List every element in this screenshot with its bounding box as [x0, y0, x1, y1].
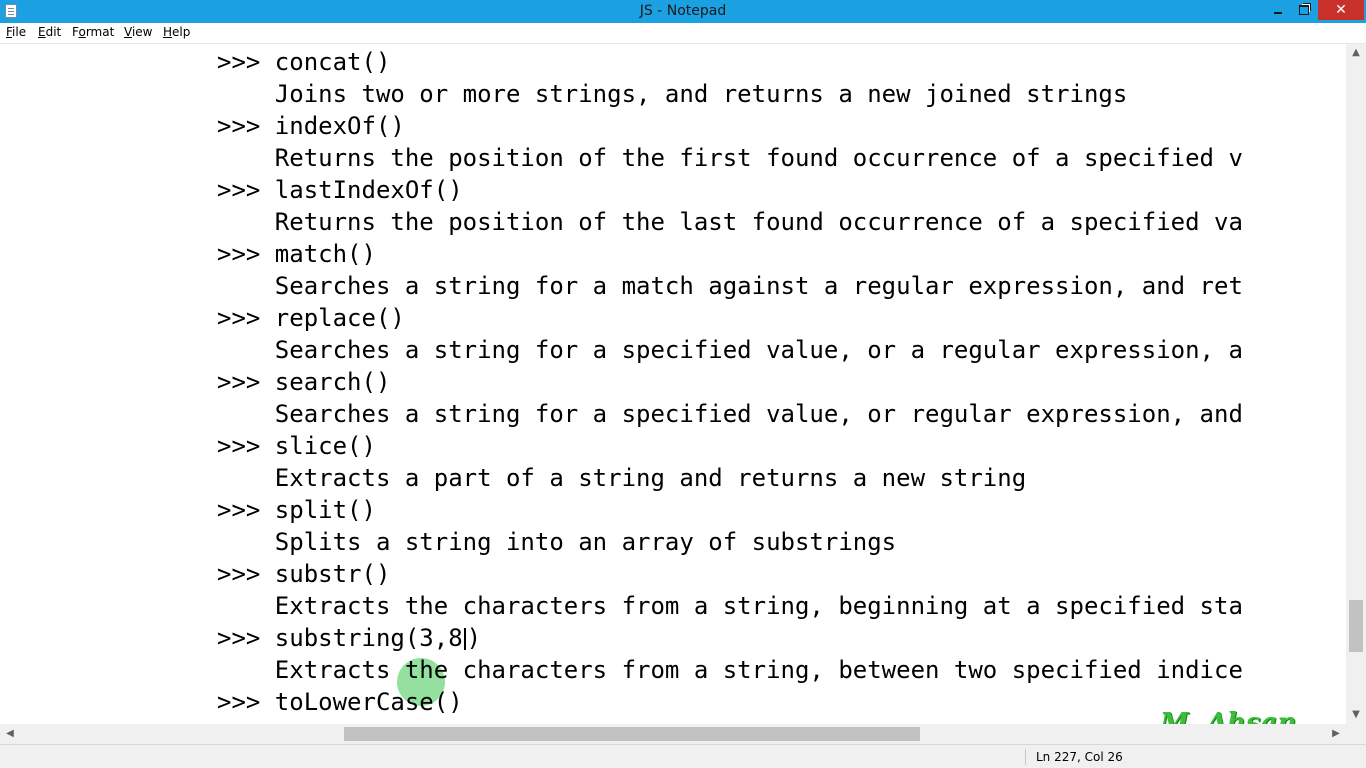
menu-edit[interactable]: Edit — [38, 25, 61, 39]
editor-line-current: >>> substring(3,8) — [217, 622, 481, 654]
minimize-button[interactable] — [1264, 0, 1292, 20]
editor-line-text: ) — [466, 624, 482, 652]
editor-line: Extracts the characters from a string, b… — [217, 592, 1243, 620]
editor-line: >>> split() — [217, 496, 376, 524]
window-title: JS - Notepad — [639, 3, 727, 19]
editor-line: >>> search() — [217, 368, 391, 396]
scrollbar-corner — [1346, 724, 1366, 744]
editor-line: >>> match() — [217, 240, 376, 268]
editor-line: >>> lastIndexOf() — [217, 176, 463, 204]
status-bar: Ln 227, Col 26 — [0, 744, 1366, 768]
restore-button[interactable] — [1290, 0, 1318, 20]
editor-line: Extracts the characters from a string, b… — [217, 656, 1243, 684]
editor-line: >>> concat() — [217, 48, 391, 76]
editor-line: Joins two or more strings, and returns a… — [217, 80, 1128, 108]
title-bar[interactable]: JS - Notepad ✕ — [0, 0, 1366, 23]
editor-line: >>> slice() — [217, 432, 376, 460]
menu-help[interactable]: Help — [163, 25, 190, 39]
editor-line: Returns the position of the last found o… — [217, 208, 1243, 236]
scroll-up-icon[interactable]: ▲ — [1346, 44, 1366, 62]
editor-line: Searches a string for a match against a … — [217, 272, 1243, 300]
editor-line: >>> substr() — [217, 560, 391, 588]
editor-line-text: >>> substring(3,8 — [217, 624, 463, 652]
scroll-right-icon[interactable]: ▶ — [1326, 724, 1346, 744]
watermark: M. Ahsan — [1160, 708, 1297, 724]
editor-line: >>> toLowerCase() — [217, 688, 463, 716]
menu-view[interactable]: View — [124, 25, 152, 39]
editor-line: Extracts a part of a string and returns … — [217, 464, 1027, 492]
text-editor[interactable]: >>> concat() Joins two or more strings, … — [0, 44, 1346, 724]
vertical-scroll-thumb[interactable] — [1349, 600, 1363, 652]
editor-line: Searches a string for a specified value,… — [217, 336, 1243, 364]
close-icon: ✕ — [1335, 2, 1347, 18]
menu-format[interactable]: Format — [72, 25, 114, 39]
horizontal-scroll-thumb[interactable] — [344, 727, 920, 741]
vertical-scrollbar[interactable]: ▲ ▼ — [1346, 44, 1366, 724]
text-caret — [463, 628, 466, 650]
horizontal-scrollbar[interactable]: ◀ ▶ — [0, 724, 1346, 744]
editor-line: >>> replace() — [217, 304, 405, 332]
editor-line: >>> indexOf() — [217, 112, 405, 140]
cursor-position: Ln 227, Col 26 — [1036, 750, 1123, 764]
editor-line: Searches a string for a specified value,… — [217, 400, 1243, 428]
status-divider — [1025, 749, 1026, 765]
menu-bar: File Edit Format View Help — [0, 23, 1366, 44]
scroll-down-icon[interactable]: ▼ — [1346, 706, 1366, 724]
editor-line: Returns the position of the first found … — [217, 144, 1243, 172]
editor-line: Splits a string into an array of substri… — [217, 528, 897, 556]
menu-file[interactable]: File — [6, 25, 26, 39]
close-button[interactable]: ✕ — [1318, 0, 1364, 20]
scroll-left-icon[interactable]: ◀ — [0, 724, 20, 744]
